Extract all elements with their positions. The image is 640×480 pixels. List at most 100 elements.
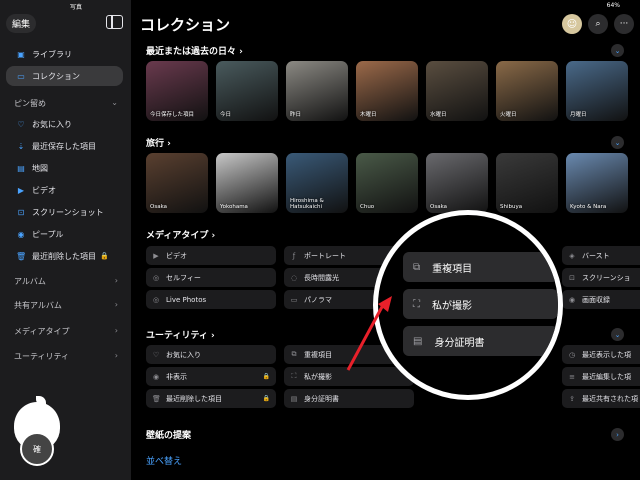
media-cell[interactable]: ▶ ビデオ: [146, 246, 276, 265]
media-cell[interactable]: ⊡ スクリーンショ: [562, 268, 640, 287]
media-cell-icon: ▶: [153, 251, 159, 260]
media-cell[interactable]: ◈ バースト: [562, 246, 640, 265]
magnified-label: 身分証明書: [434, 337, 485, 349]
tile-label: Yokohama: [220, 203, 248, 210]
recent-tile[interactable]: 昨日: [286, 61, 348, 121]
travel-tile[interactable]: Osaka: [426, 153, 488, 213]
sidebar-item-favorites[interactable]: ♡ お気に入り: [6, 114, 123, 134]
sidebar-item-library[interactable]: ▣ ライブラリ: [6, 44, 123, 64]
sidebar-section-utilities[interactable]: ユーティリティ ›: [14, 351, 118, 362]
chevron-right-icon[interactable]: ›: [611, 428, 624, 441]
sidebar-item-label: コレクション: [32, 71, 80, 81]
travel-tile[interactable]: Chuo: [356, 153, 418, 213]
utility-cell-icon: ⧉: [291, 350, 297, 358]
sidebar-section-albums[interactable]: アルバム ›: [14, 276, 118, 287]
search-icon[interactable]: ⌕: [588, 14, 608, 34]
sidebar-item-map[interactable]: ▤ 地図: [6, 158, 123, 178]
sidebar-item-screenshots[interactable]: ⊡ スクリーンショット: [6, 202, 123, 222]
media-cell[interactable]: ◎ セルフィー: [146, 268, 276, 287]
section-label: メディアタイプ: [14, 327, 70, 336]
travel-tile[interactable]: Osaka: [146, 153, 208, 213]
more-icon[interactable]: ···: [614, 14, 634, 34]
utility-cell[interactable]: ⛶ 私が撮影: [284, 367, 414, 386]
cell-label: 長時間露光: [304, 273, 339, 282]
sidebar-item-label: スクリーンショット: [32, 207, 104, 217]
travel-tile[interactable]: Kyoto & Nara: [566, 153, 628, 213]
section-label: ピン留め: [14, 99, 46, 108]
video-icon: ▶: [17, 185, 25, 195]
cell-label: お気に入り: [166, 350, 201, 359]
section-utilities[interactable]: ユーティリティ ›: [146, 328, 215, 341]
utility-cell[interactable]: ♡ お気に入り: [146, 345, 276, 364]
recent-tile[interactable]: 月曜日: [566, 61, 628, 121]
sidebar-section-media-types[interactable]: メディアタイプ ›: [14, 326, 118, 337]
utility-cell[interactable]: ◷ 最近表示した項: [562, 345, 640, 364]
heart-icon: ♡: [17, 119, 25, 129]
sidebar-item-recently-deleted[interactable]: 🗑 最近削除した項目 🔒: [6, 246, 123, 266]
tile-label: Hiroshima & Hatsukaichi: [290, 197, 324, 210]
section-title: 壁紙の提案: [146, 431, 192, 441]
section-travel[interactable]: 旅行 ›: [146, 136, 171, 149]
utility-cell[interactable]: ≡ 最近編集した項: [562, 367, 640, 386]
tile-label: 今日保存した項目: [150, 111, 195, 118]
cell-label: 非表示: [166, 372, 187, 381]
utility-cell[interactable]: 🗑 最近削除した項目 🔒: [146, 389, 276, 408]
media-cell[interactable]: ◉ 画面収録: [562, 290, 640, 309]
section-title: 旅行: [146, 139, 165, 149]
recent-tile[interactable]: 今日保存した項目: [146, 61, 208, 121]
media-cell-icon: ƒ: [292, 251, 296, 260]
tile-label: 水曜日: [430, 111, 447, 118]
magnified-id-documents: ▤ 身分証明書: [403, 326, 558, 356]
sidebar-section-shared-albums[interactable]: 共有アルバム ›: [14, 300, 118, 311]
chevron-right-icon: ›: [114, 351, 118, 360]
recent-tile[interactable]: 火曜日: [496, 61, 558, 121]
duplicate-icon: ⧉: [413, 261, 421, 273]
collections-icon: ▭: [17, 71, 25, 81]
section-title: メディアタイプ: [146, 231, 209, 241]
cell-label: パノラマ: [304, 295, 332, 304]
cell-label: 最近削除した項目: [166, 394, 222, 403]
viewfinder-icon: ⛶: [413, 298, 420, 310]
library-icon: ▣: [17, 49, 25, 59]
tile-label: 月曜日: [570, 111, 587, 118]
media-cell-icon: ◉: [568, 295, 576, 304]
utility-cell[interactable]: ▤ 身分証明書: [284, 389, 414, 408]
travel-tile[interactable]: Hiroshima & Hatsukaichi: [286, 153, 348, 213]
sidebar-item-label: ライブラリ: [32, 49, 72, 59]
tile-label: 今日: [220, 111, 232, 118]
sidebar-item-people[interactable]: ◉ ピープル: [6, 224, 123, 244]
cell-label: セルフィー: [166, 273, 201, 282]
chevron-down-icon[interactable]: ⌄: [611, 44, 624, 57]
utility-cell-icon: ♡: [152, 350, 160, 359]
cell-label: Live Photos: [166, 295, 207, 304]
utility-cell[interactable]: ◉ 非表示 🔒: [146, 367, 276, 386]
chevron-down-icon[interactable]: ⌄: [611, 328, 624, 341]
edit-button[interactable]: 編集: [6, 14, 36, 33]
sidebar-section-pinned[interactable]: ピン留め ⌄: [14, 98, 118, 109]
sidebar-item-label: ピープル: [32, 229, 64, 239]
chevron-down-icon[interactable]: ⌄: [611, 136, 624, 149]
tile-label: Kyoto & Nara: [570, 203, 607, 210]
magnified-label: 重複項目: [432, 263, 473, 275]
section-wallpaper[interactable]: 壁紙の提案: [146, 428, 191, 441]
travel-tile[interactable]: Shibuya: [496, 153, 558, 213]
cell-label: ポートレート: [304, 251, 346, 260]
media-cell[interactable]: ◎ Live Photos: [146, 290, 276, 309]
recent-tile[interactable]: 木曜日: [356, 61, 418, 121]
avatar[interactable]: ☺: [562, 14, 582, 34]
section-media-types[interactable]: メディアタイプ ›: [146, 228, 215, 241]
recent-tile[interactable]: 今日: [216, 61, 278, 121]
sidebar-toggle-icon[interactable]: [106, 15, 123, 29]
utility-cell[interactable]: ⇪ 最近共有された項: [562, 389, 640, 408]
recent-tile[interactable]: 水曜日: [426, 61, 488, 121]
sidebar-item-collections[interactable]: ▭ コレクション: [6, 66, 123, 86]
section-label: ユーティリティ: [14, 352, 70, 361]
section-recent-days[interactable]: 最近または過去の日々 ›: [146, 44, 243, 57]
sidebar-item-label: お気に入り: [32, 119, 72, 129]
travel-tile[interactable]: Yokohama: [216, 153, 278, 213]
status-app-name: 写真: [70, 4, 83, 11]
sort-button[interactable]: 並べ替え: [146, 454, 182, 467]
sidebar-item-videos[interactable]: ▶ ビデオ: [6, 180, 123, 200]
sidebar-item-recently-saved[interactable]: ⇣ 最近保存した項目: [6, 136, 123, 156]
lock-icon: 🔒: [262, 373, 270, 380]
